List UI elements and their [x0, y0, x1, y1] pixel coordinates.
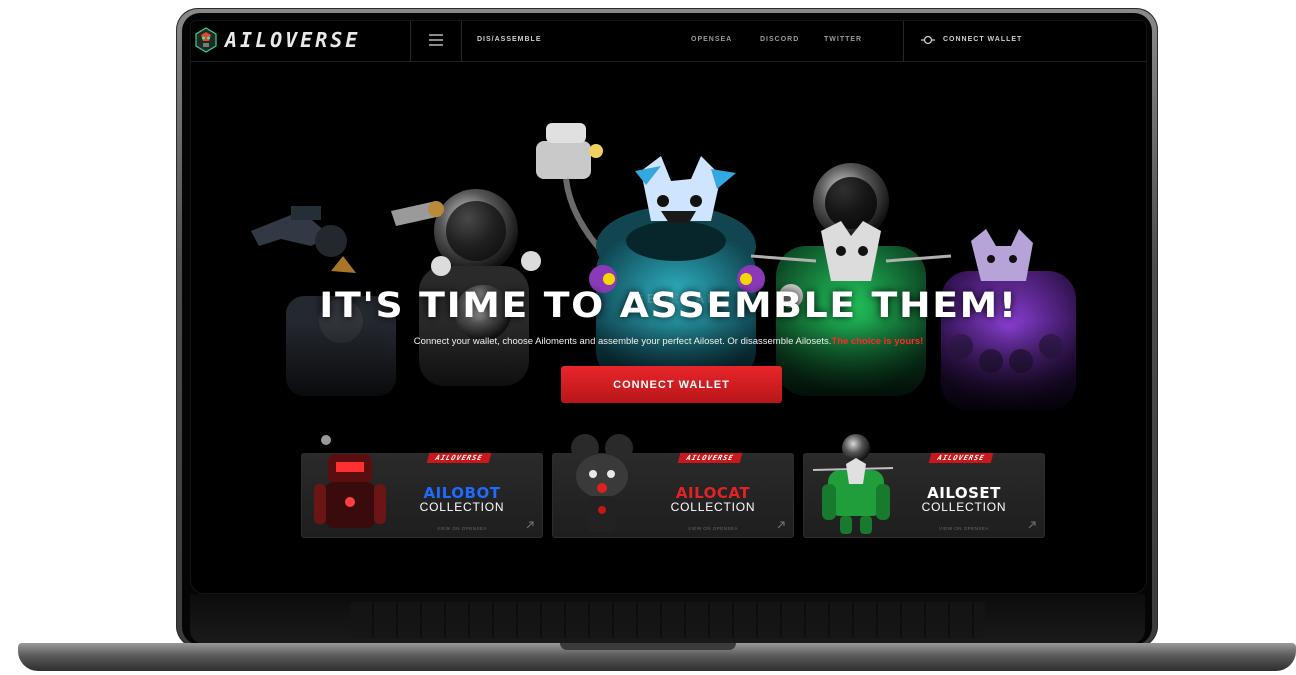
nav-divider — [410, 21, 411, 61]
connect-wallet-button[interactable]: CONNECT WALLET — [561, 366, 782, 403]
nav-divider — [461, 21, 462, 61]
logo-text: AILOVERSE — [225, 28, 361, 52]
arrow-up-right-icon[interactable] — [777, 521, 785, 529]
hero-subtitle-text: Connect your wallet, choose Ailoments an… — [413, 336, 832, 347]
logo-icon — [195, 27, 217, 53]
collection-card-ailobot[interactable]: AILOVERSE AILOBOT COLLECTION VIEW ON OPE… — [301, 435, 543, 538]
view-on-opensea-link[interactable]: VIEW ON OPENSEA — [904, 526, 1024, 531]
card-subtitle: COLLECTION — [921, 500, 1007, 514]
top-nav: AILOVERSE DIS/ASSEMBLE OPENSEA DISCORD T… — [191, 21, 1146, 62]
nav-link-twitter[interactable]: TWITTER — [824, 36, 862, 43]
card-brand-tag: AILOVERSE — [928, 453, 994, 463]
nav-link-opensea[interactable]: OPENSEA — [691, 36, 732, 43]
arrow-up-right-icon[interactable] — [526, 521, 534, 529]
view-on-opensea-link[interactable]: VIEW ON OPENSEA — [653, 526, 773, 531]
hero-subtitle-accent: The choice is yours! — [831, 336, 924, 347]
laptop-keyboard — [190, 594, 1145, 644]
hero-title: IT'S TIME TO ASSEMBLE THEM! — [319, 286, 1018, 326]
card-subtitle: COLLECTION — [670, 500, 756, 514]
collection-card-ailocat[interactable]: AILOVERSE AILOCAT COLLECTION VIEW ON OPE… — [552, 434, 794, 538]
ailocat-illustration — [571, 434, 633, 532]
laptop-notch — [560, 643, 736, 650]
logo[interactable]: AILOVERSE — [195, 27, 360, 53]
nav-link-disassemble[interactable]: DIS/ASSEMBLE — [477, 36, 542, 43]
wallet-icon — [921, 35, 935, 45]
card-brand-tag: AILOVERSE — [426, 453, 492, 463]
collection-card-ailoset[interactable]: AILOVERSE AILOSET COLLECTION VIEW ON OPE… — [803, 434, 1045, 538]
hero-subtitle: Connect your wallet, choose Ailoments an… — [191, 336, 1146, 347]
nav-divider — [903, 21, 904, 61]
nav-link-discord[interactable]: DISCORD — [760, 36, 799, 43]
card-brand-tag: AILOVERSE — [677, 453, 743, 463]
arrow-up-right-icon[interactable] — [1028, 521, 1036, 529]
view-on-opensea-link[interactable]: VIEW ON OPENSEA — [402, 526, 522, 531]
website-screen: AILOVERSE DIS/ASSEMBLE OPENSEA DISCORD T… — [190, 20, 1147, 594]
connect-wallet-nav-button[interactable]: CONNECT WALLET — [943, 36, 1022, 43]
card-subtitle: COLLECTION — [419, 500, 505, 514]
ailoset-illustration — [812, 434, 894, 534]
ailobot-illustration — [314, 435, 386, 528]
menu-icon[interactable] — [429, 34, 443, 46]
